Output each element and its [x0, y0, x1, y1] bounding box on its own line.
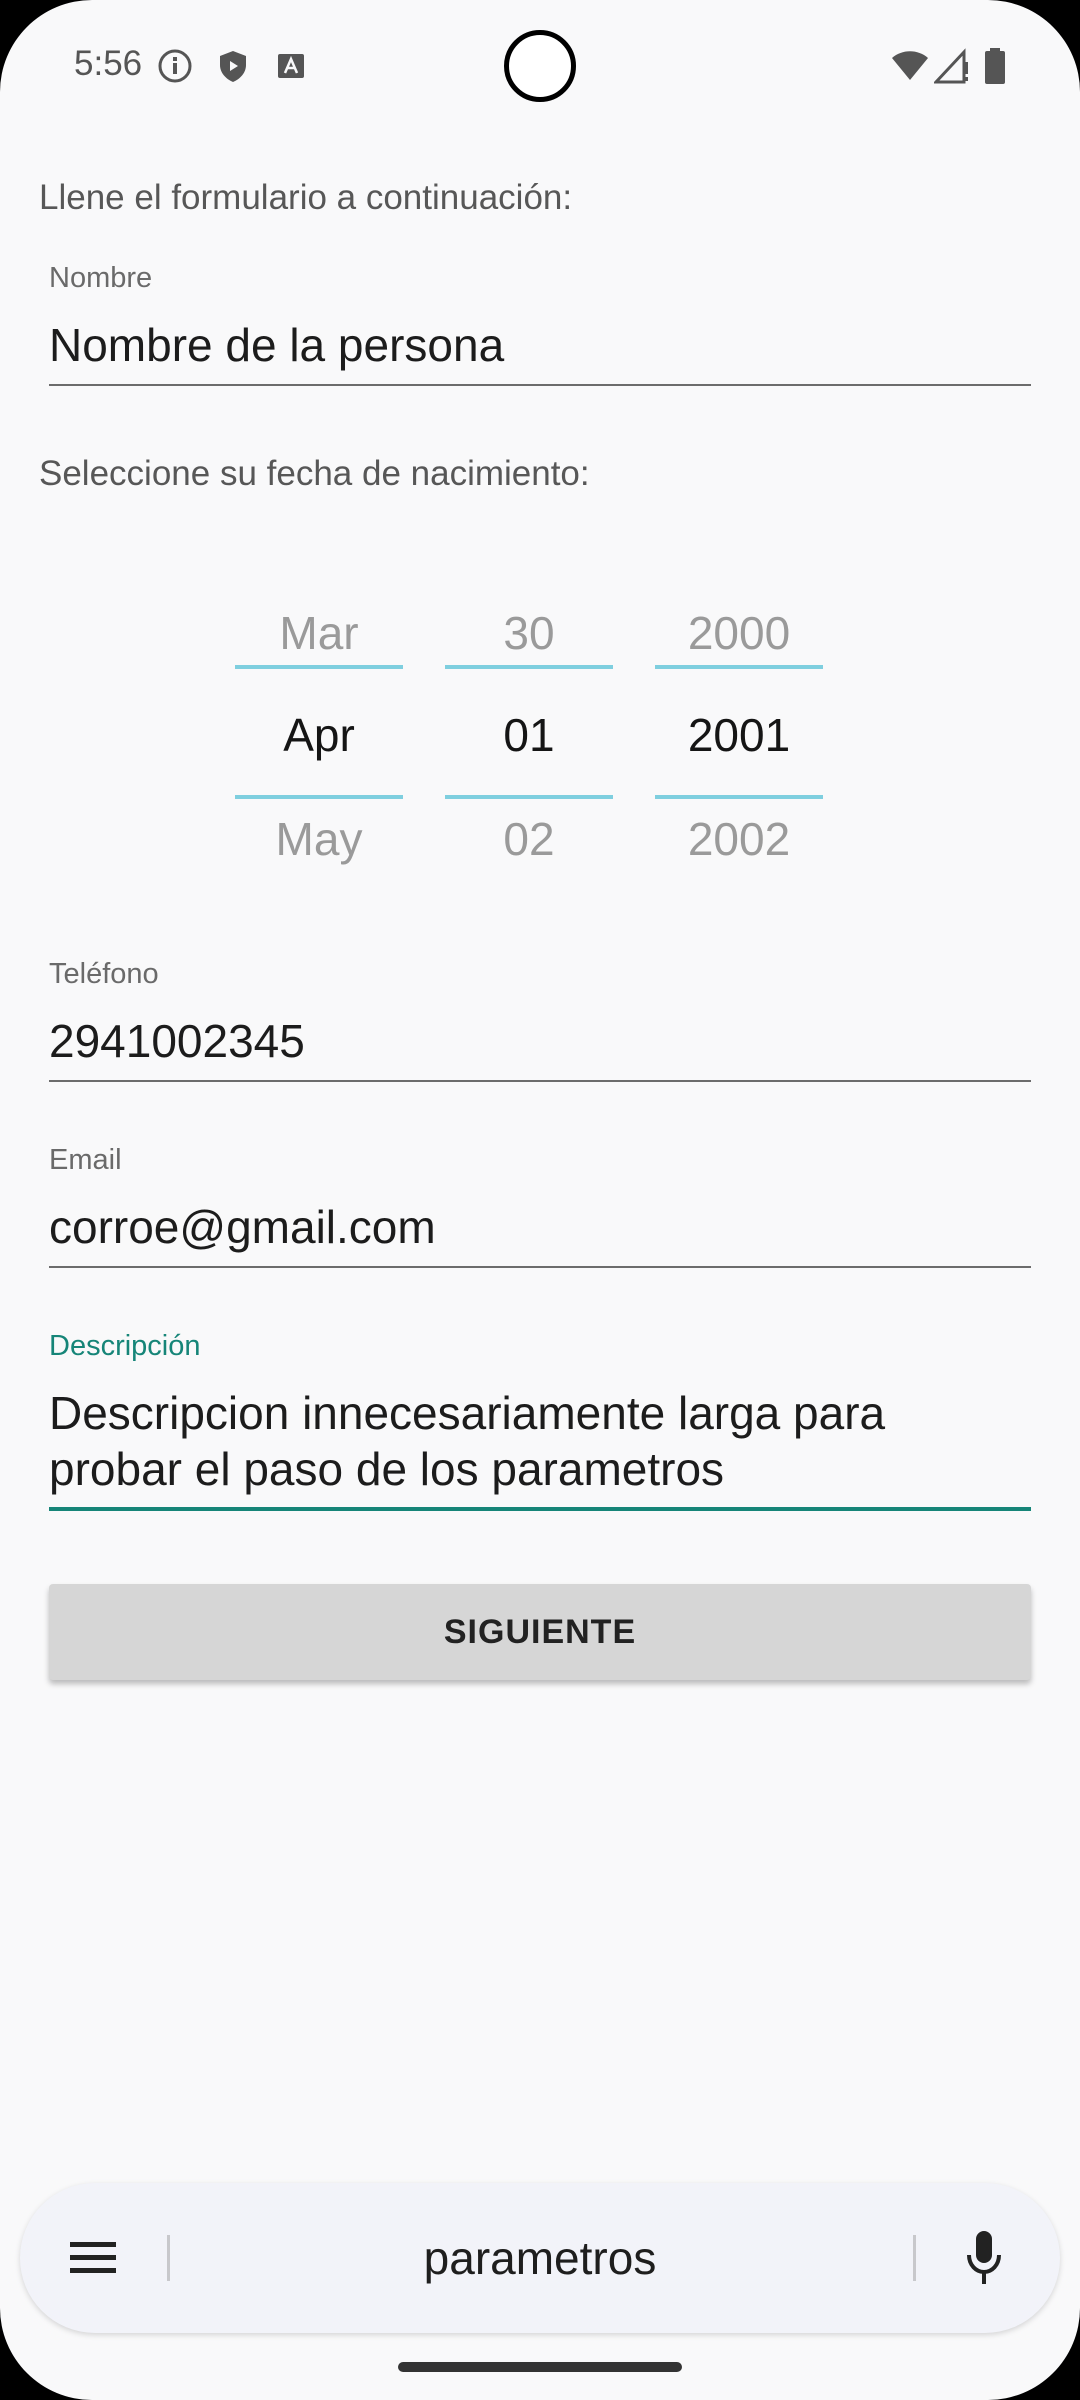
description-line-2: probar el paso de los parametros	[49, 1443, 725, 1495]
screen: 5:56 Llene el formulario a continuación:…	[0, 0, 1080, 2400]
keyboard-a-icon	[278, 54, 304, 78]
phone-field[interactable]: 2941002345	[49, 1014, 305, 1069]
day-divider-bottom	[445, 795, 613, 799]
month-next[interactable]: May	[235, 812, 403, 866]
year-divider-bottom	[655, 795, 823, 799]
email-field-underline	[49, 1266, 1031, 1268]
birth-date-prompt: Seleccione su fecha de nacimiento:	[39, 454, 590, 493]
year-selected[interactable]: 2001	[655, 708, 823, 762]
email-field[interactable]: corroe@gmail.com	[49, 1200, 436, 1255]
day-prev[interactable]: 30	[445, 606, 613, 660]
keyboard-suggestion[interactable]: parametros	[150, 2183, 930, 2333]
month-selected[interactable]: Apr	[235, 708, 403, 762]
year-divider-top	[655, 665, 823, 669]
month-divider-top	[235, 665, 403, 669]
month-divider-bottom	[235, 795, 403, 799]
description-line-1: Descripcion innecesariamente larga para	[49, 1387, 886, 1439]
email-field-label: Email	[49, 1144, 122, 1176]
keyboard-separator-right	[913, 2235, 916, 2281]
shield-icon	[220, 51, 246, 82]
day-picker[interactable]: 30 01 02	[445, 590, 613, 880]
description-field-underline	[49, 1507, 1031, 1511]
info-icon	[158, 49, 192, 83]
day-divider-top	[445, 665, 613, 669]
name-field[interactable]: Nombre de la persona	[49, 318, 504, 373]
phone-field-label: Teléfono	[49, 958, 159, 990]
year-picker[interactable]: 2000 2001 2002	[655, 590, 823, 880]
name-field-label: Nombre	[49, 262, 153, 294]
year-prev[interactable]: 2000	[655, 606, 823, 660]
home-indicator[interactable]	[398, 2362, 682, 2372]
description-field-label: Descripción	[49, 1330, 201, 1362]
year-next[interactable]: 2002	[655, 812, 823, 866]
month-picker[interactable]: Mar Apr May	[235, 590, 403, 880]
day-next[interactable]: 02	[445, 812, 613, 866]
menu-icon[interactable]	[68, 2236, 118, 2280]
form-intro-text: Llene el formulario a continuación:	[39, 178, 573, 217]
microphone-icon[interactable]	[964, 2229, 1004, 2287]
cell-signal-icon	[934, 48, 968, 84]
name-field-underline	[49, 384, 1031, 386]
phone-field-underline	[49, 1080, 1031, 1082]
front-camera	[504, 30, 576, 102]
month-prev[interactable]: Mar	[235, 606, 403, 660]
day-selected[interactable]: 01	[445, 708, 613, 762]
next-button[interactable]: SIGUIENTE	[49, 1584, 1031, 1680]
battery-icon	[985, 48, 1005, 84]
status-time: 5:56	[74, 44, 143, 83]
keyboard-suggestion-bar: parametros	[20, 2183, 1060, 2333]
wifi-icon	[892, 51, 928, 80]
